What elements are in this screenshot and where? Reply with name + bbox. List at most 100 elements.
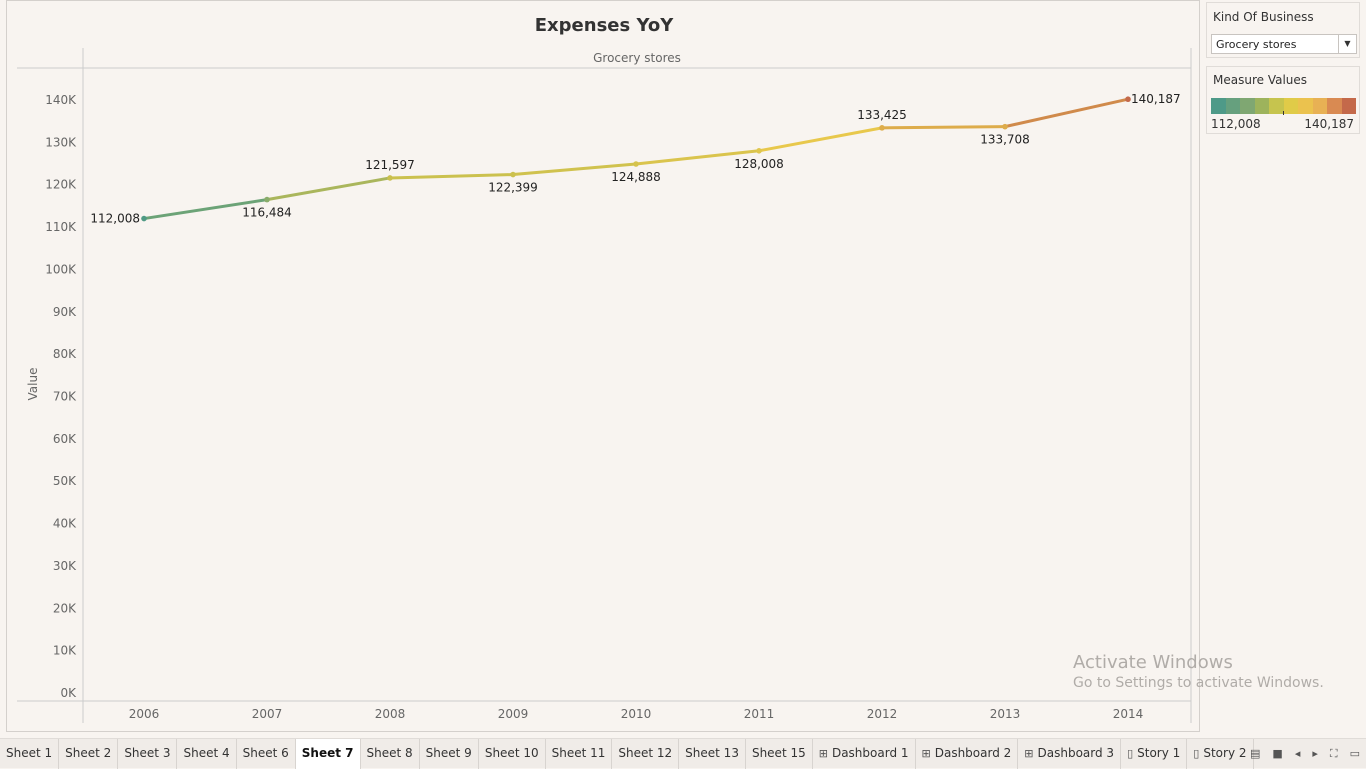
next-sheet-icon[interactable]: ▸ [1312,747,1318,761]
activate-windows-watermark: Activate Windows Go to Settings to activ… [1073,652,1324,691]
line-segment [1003,97,1130,129]
presentation-mode-icon[interactable]: ▭ [1350,747,1360,761]
tab-label: Sheet 2 [65,746,112,760]
filter-selected-value: Grocery stores [1216,38,1297,51]
data-point [1125,96,1131,103]
x-tick-label: 2007 [252,707,283,721]
legend-title: Measure Values [1213,73,1308,87]
previous-sheet-icon[interactable]: ◂ [1295,747,1301,761]
x-tick-label: 2013 [990,707,1021,721]
pane-header: Grocery stores [593,51,681,65]
tab-sheet-7[interactable]: Sheet 7 [295,739,361,769]
y-tick-label: 130K [45,135,77,149]
legend-swatch [1341,98,1356,114]
legend-swatch [1225,98,1240,114]
line-segment [880,125,1007,130]
tab-dashboard-3[interactable]: ⊞ Dashboard 3 [1018,739,1122,769]
tab-sheet-10[interactable]: Sheet 10 [479,739,546,769]
x-tick-label: 2009 [498,707,529,721]
single-sheet-icon[interactable]: ■ [1272,747,1282,761]
tab-sheet-1[interactable]: Sheet 1 [0,739,60,769]
tab-sheet-13[interactable]: Sheet 13 [679,739,746,769]
y-tick-label: 50K [53,474,77,488]
sheet-tab-bar: Sheet 1 Sheet 2 Sheet 3 Sheet 4 Sheet 6 Sheet… [0,738,1366,769]
data-label: 122,399 [488,181,538,195]
legend-swatch [1327,98,1342,114]
tab-label: Sheet 1 [6,746,53,760]
kind-of-business-select[interactable]: Grocery stores ▼ [1211,34,1357,54]
x-tick-label: 2006 [129,707,160,721]
y-tick-label: 60K [53,432,77,446]
tab-label: Story 1 [1137,746,1181,760]
tab-label: Sheet 15 [751,746,806,760]
data-point [756,147,762,154]
story-icon: ▯ [1193,747,1200,760]
tab-sheet-8[interactable]: Sheet 8 [361,739,420,769]
filmstrip-icon[interactable]: ▤ [1250,747,1260,761]
y-axis-title: Value [26,368,40,401]
x-tick-label: 2010 [621,707,652,721]
tab-label: Dashboard 1 [831,746,909,760]
tab-label: Sheet 11 [551,746,606,760]
data-point [1002,123,1008,130]
data-point [510,171,516,178]
dashboard-icon: ⊞ [818,747,828,760]
tab-sheet-4[interactable]: Sheet 4 [177,739,237,769]
tab-label: Sheet 7 [301,746,354,760]
fullscreen-icon[interactable]: ⛶ [1330,747,1338,761]
y-tick-label: 120K [45,178,77,192]
y-tick-label: 110K [45,220,77,234]
tab-dashboard-2[interactable]: ⊞ Dashboard 2 [916,739,1019,769]
tab-label: Story 2 [1203,746,1247,760]
y-tick-label: 80K [53,347,77,361]
story-icon: ▯ [1127,747,1134,760]
tab-story-2[interactable]: ▯ Story 2 [1187,739,1254,769]
kind-of-business-filter: Kind Of Business Grocery stores ▼ [1206,2,1360,58]
tab-label: Sheet 13 [685,746,739,760]
tab-sheet-15[interactable]: Sheet 15 [746,739,813,769]
data-label: 112,008 [90,212,140,226]
data-label: 124,888 [611,170,661,184]
legend-swatch [1312,98,1327,114]
tab-sheet-3[interactable]: Sheet 3 [118,739,178,769]
data-label: 133,425 [857,108,907,122]
legend-swatch [1254,98,1269,114]
data-point [141,215,147,222]
y-tick-label: 140K [45,93,77,107]
data-point [633,161,639,167]
tab-label: Sheet 3 [124,746,171,760]
tab-sheet-2[interactable]: Sheet 2 [59,739,119,769]
chevron-down-icon[interactable]: ▼ [1338,35,1356,53]
data-point [264,196,270,203]
dashboard-icon: ⊞ [921,747,931,760]
y-tick-label: 70K [53,390,77,404]
data-label: 133,708 [980,133,1030,147]
y-tick-label: 30K [53,559,77,573]
filter-title: Kind Of Business [1213,10,1314,24]
tab-dashboard-1[interactable]: ⊞ Dashboard 1 [813,739,916,769]
line-segment [265,176,392,202]
tab-sheet-9[interactable]: Sheet 9 [420,739,479,769]
legend-swatch [1283,98,1298,114]
legend-marker [1283,111,1284,115]
line-segment [757,126,884,153]
line-chart: Grocery stores Value 0K 10K 20K 30K 40K 50K 60K 7… [17,48,1192,723]
x-tick-label: 2011 [744,707,775,721]
tab-label: Dashboard 2 [934,746,1012,760]
tab-sheet-6[interactable]: Sheet 6 [237,739,296,769]
legend-swatch [1240,98,1255,114]
y-tick-label: 100K [45,262,77,276]
tab-label: Sheet 10 [484,746,539,760]
tab-label: Sheet 8 [366,746,413,760]
tab-sheet-11[interactable]: Sheet 11 [546,739,613,769]
y-tick-label: 40K [53,517,77,531]
tab-label: Sheet 4 [183,746,230,760]
chart-view: Grocery stores Value 0K 10K 20K 30K 40K 50K 60K 7… [6,0,1200,732]
line-segment [388,173,515,180]
y-tick-label: 0K [60,686,77,700]
tab-story-1[interactable]: ▯ Story 1 [1121,739,1188,769]
legend-swatch [1211,98,1226,114]
y-tick-label: 20K [53,601,77,615]
tab-sheet-12[interactable]: Sheet 12 [612,739,680,769]
legend-swatch [1298,98,1313,114]
